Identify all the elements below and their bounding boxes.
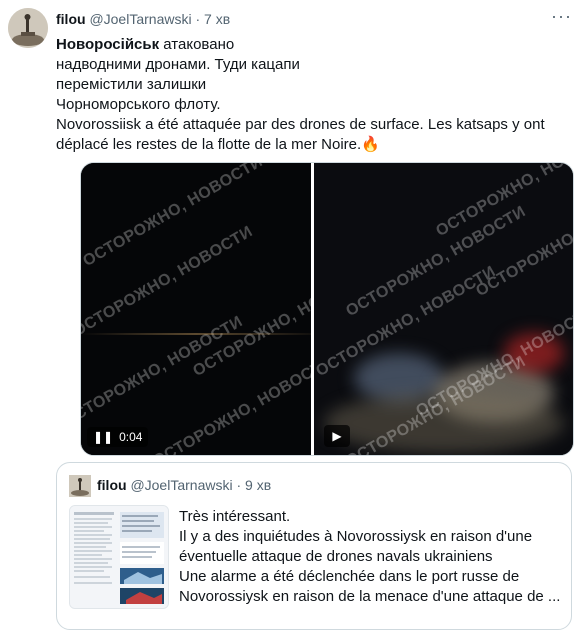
tweet-header: filou @JoelTarnawski · 7 хв <box>56 10 230 28</box>
avatar-image <box>69 475 91 497</box>
watermark: ОСТОРОЖНО, НОВОСТИ <box>190 263 311 381</box>
tweet-text: Новоросійськ атаковано надводними дронам… <box>56 35 568 155</box>
shoreline-lights <box>81 333 311 335</box>
quoted-text-line5: Novorossiysk en raison de la menace d'un… <box>179 588 561 605</box>
tweet-text-line6: déplacé les restes de la flotte de la me… <box>56 136 362 153</box>
tweet-text-line3: перемістили залишки <box>56 76 207 93</box>
display-name[interactable]: filou <box>56 11 86 27</box>
quoted-text-line2: Il y a des inquiétudes à Novorossiysk en… <box>179 528 533 545</box>
play-icon: ▶ <box>332 429 342 443</box>
timestamp[interactable]: 7 хв <box>204 11 230 27</box>
video-controls[interactable]: ❚❚ 0:04 <box>87 427 149 447</box>
quoted-tweet[interactable]: filou @JoelTarnawski · 9 хв Très intéres… <box>56 462 572 630</box>
tweet-text-line1: атаковано <box>159 36 235 53</box>
tweet-text-line5: Novorossiisk a été attaquée par des dron… <box>56 116 545 133</box>
media-grid: ОСТОРОЖНО, НОВОСТИ ОСТОРОЖНО, НОВОСТИ ОС… <box>80 162 574 456</box>
quoted-text-line4: Une alarme a été déclenchée dans le port… <box>179 568 520 585</box>
quoted-timestamp: 9 хв <box>245 477 272 493</box>
video-2[interactable]: ОСТОРОЖНО, НОВОСТИ ОСТОРОЖНО, НОВОСТИ ОС… <box>314 163 573 455</box>
tweet-text-bold: Новоросійськ <box>56 36 160 53</box>
quoted-avatar[interactable] <box>69 475 91 497</box>
fire-emoji-icon: 🔥 <box>361 136 380 153</box>
video-time: 0:04 <box>119 430 143 444</box>
watermark: ОСТОРОЖНО, НОВОСТИ <box>81 163 266 271</box>
quoted-text-line3: éventuelle attaque de drones navals ukra… <box>179 548 493 565</box>
handle[interactable]: @JoelTarnawski <box>89 11 191 27</box>
tweet-text-line2: надводними дронами. Туди кацапи <box>56 56 300 73</box>
quoted-text: Très intéressant. Il y a des inquiétudes… <box>179 507 563 607</box>
tweet-text-line4: Чорноморського флоту. <box>56 96 221 113</box>
avatar-image <box>8 8 48 48</box>
play-button[interactable]: ▶ <box>324 425 350 447</box>
more-options-icon[interactable]: ··· <box>551 6 572 27</box>
pause-icon[interactable]: ❚❚ <box>93 430 113 444</box>
quoted-thumbnail[interactable] <box>69 505 169 609</box>
screenshot-thumbnail-image <box>70 506 168 608</box>
quoted-display-name: filou <box>97 477 127 493</box>
avatar[interactable] <box>8 8 48 48</box>
separator: · <box>195 11 201 27</box>
quoted-header: filou @JoelTarnawski · 9 хв <box>97 477 271 493</box>
separator: · <box>236 477 242 493</box>
quoted-text-line1: Très intéressant. <box>179 508 291 525</box>
video-1[interactable]: ОСТОРОЖНО, НОВОСТИ ОСТОРОЖНО, НОВОСТИ ОС… <box>81 163 311 455</box>
quoted-handle: @JoelTarnawski <box>130 477 233 493</box>
